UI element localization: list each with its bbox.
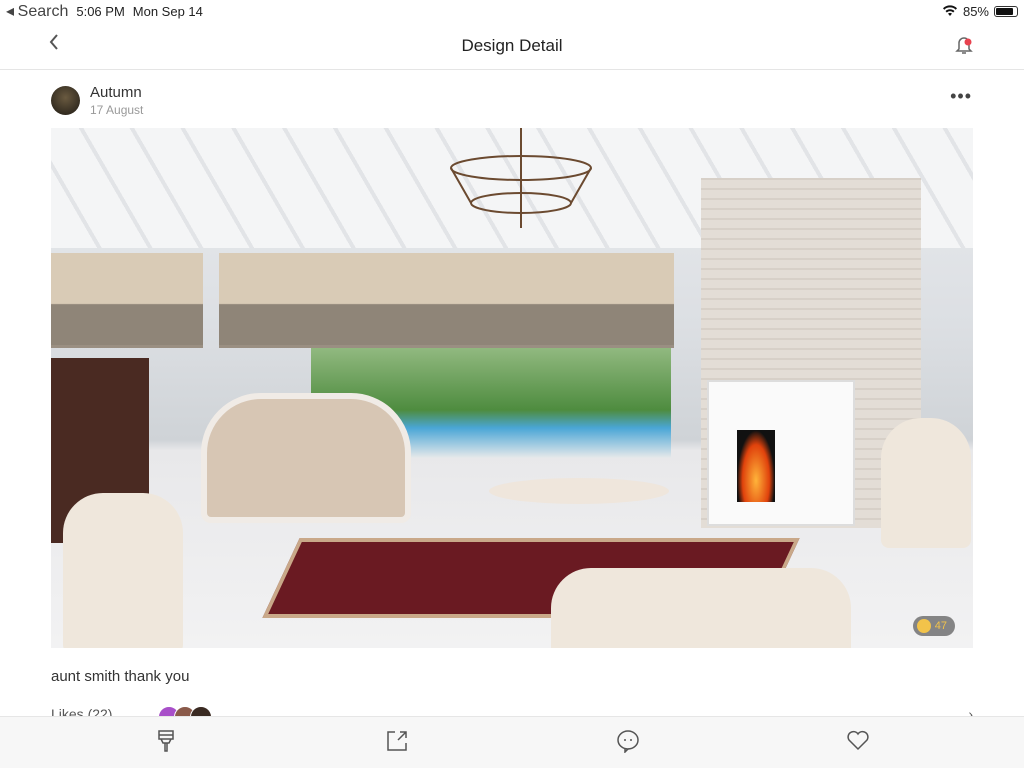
fireplace [707,380,855,526]
share-icon [387,731,407,751]
battery-icon [994,5,1018,17]
comment-button[interactable] [616,729,640,758]
round-table [489,478,669,504]
chandelier [450,128,592,228]
wifi-icon [942,5,957,16]
liker-avatars [158,706,213,716]
bottom-toolbar [0,716,1024,768]
page-title: Design Detail [461,35,563,55]
like-button[interactable] [846,729,870,756]
sofa [201,393,411,523]
paintbrush-icon [158,730,174,752]
author-name[interactable]: Autumn [90,84,143,101]
armchair [63,493,183,648]
back-to-app[interactable]: ◂ Search [6,1,68,21]
avatar[interactable] [51,86,80,115]
sofa-front [551,568,851,648]
chevron-left-icon [49,34,58,50]
design-button[interactable] [155,729,177,758]
post-caption: aunt smith thank you [51,668,190,685]
likes-row[interactable]: Likes (22) › [51,706,973,716]
battery-percent: 85% [962,3,989,19]
shade [219,253,674,348]
nav-bar: Design Detail [0,22,1024,70]
chevron-right-icon: › [968,706,973,716]
tag-icon [916,619,931,633]
share-button[interactable] [385,729,409,758]
likes-label: Likes (22) [51,706,113,716]
author-info[interactable]: Autumn 17 August [51,84,143,117]
post-date: 17 August [90,103,144,117]
design-image[interactable]: 47 [51,128,973,648]
date: Mon Sep 14 [132,3,203,19]
more-options-button[interactable]: ••• [950,86,972,107]
time: 5:06 PM [76,3,125,19]
shade [51,253,203,348]
bell-icon [955,37,973,54]
status-bar: ◂ Search 5:06 PM Mon Sep 14 85% [0,0,1024,22]
notification-button[interactable] [954,34,974,61]
armchair [881,418,971,548]
heart-icon [847,730,869,751]
back-app-icon: ◂ [6,3,15,20]
comment-icon [617,730,639,754]
tag-count-badge[interactable]: 47 [912,616,955,636]
back-button[interactable] [48,32,60,58]
